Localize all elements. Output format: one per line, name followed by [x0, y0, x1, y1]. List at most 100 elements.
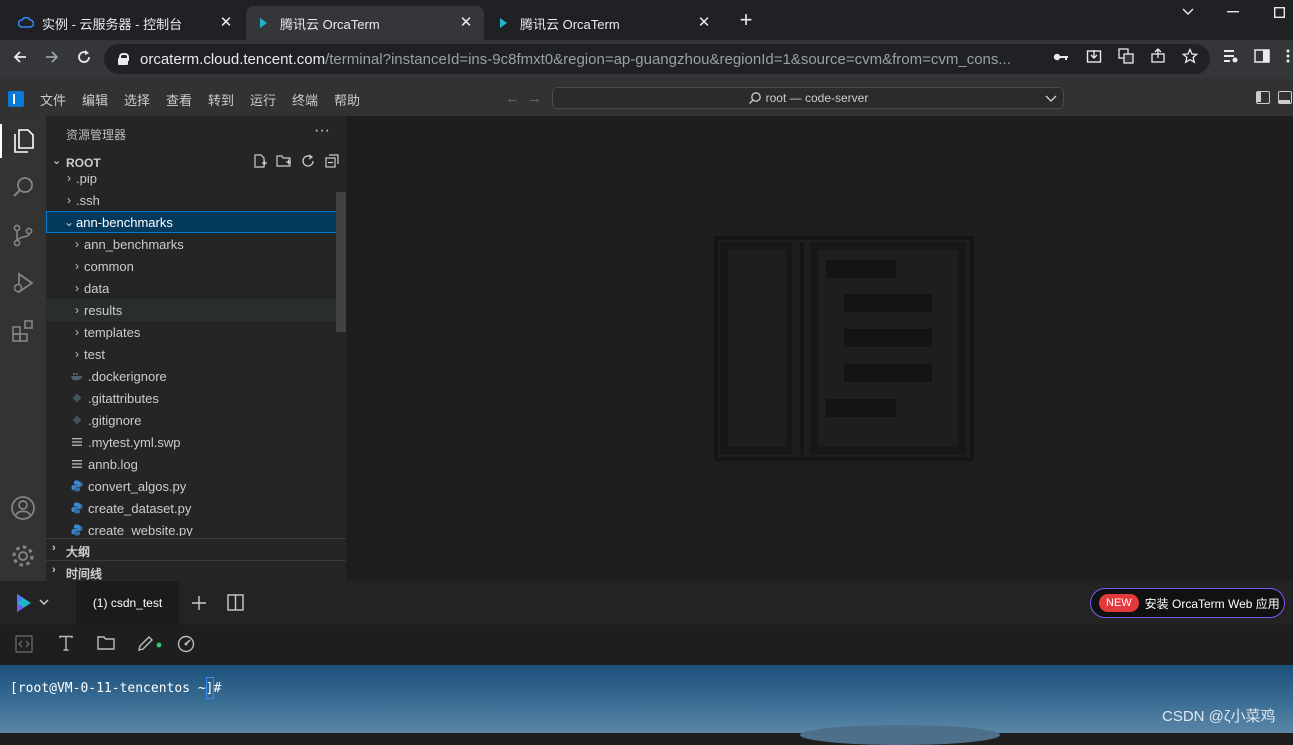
- command-center[interactable]: root — code-server: [552, 87, 1064, 109]
- maximize-icon[interactable]: [1256, 0, 1293, 24]
- dashboard-gauge-icon[interactable]: [176, 635, 196, 655]
- editor-area: [346, 116, 1293, 581]
- tree-folder-test[interactable]: › test: [46, 343, 346, 365]
- tree-folder-ann_benchmarks[interactable]: › ann_benchmarks: [46, 233, 346, 255]
- key-icon[interactable]: [1052, 48, 1070, 66]
- tree-item-label: data: [84, 280, 110, 296]
- extensions-icon[interactable]: [8, 316, 38, 346]
- settings-gear-icon[interactable]: [8, 541, 38, 571]
- tree-item-label: .ssh: [76, 192, 100, 208]
- chevron-right-icon: ›: [75, 237, 79, 251]
- menu-run[interactable]: 运行: [250, 90, 276, 109]
- browser-tab-orcaterm[interactable]: 腾讯云 OrcaTerm ✕: [486, 6, 722, 40]
- tree-file-gitignore[interactable]: .gitignore: [46, 409, 346, 431]
- source-control-icon[interactable]: [8, 220, 38, 250]
- close-tab-icon[interactable]: ✕: [218, 15, 234, 31]
- outline-section-header[interactable]: › 大纲: [46, 538, 346, 560]
- font-text-icon[interactable]: [56, 635, 76, 655]
- code-snippet-icon[interactable]: [14, 635, 34, 655]
- tree-folder-templates[interactable]: › templates: [46, 321, 346, 343]
- install-app-label: 安装 OrcaTerm Web 应用: [1144, 596, 1280, 611]
- timeline-section-header[interactable]: › 时间线: [46, 560, 346, 582]
- tree-folder-pip[interactable]: › .pip: [46, 174, 346, 189]
- close-tab-icon[interactable]: ✕: [696, 15, 712, 31]
- browser-menu-icon[interactable]: [1279, 49, 1293, 67]
- search-icon[interactable]: [8, 172, 38, 202]
- toggle-sidebar-icon[interactable]: [1256, 91, 1270, 104]
- orcaterm-icon: [496, 15, 512, 31]
- menu-edit[interactable]: 编辑: [82, 90, 108, 109]
- tree-item-label: test: [84, 346, 105, 362]
- tree-item-label: create_dataset.py: [88, 500, 192, 516]
- tree-file-create-website[interactable]: create_website.py: [46, 519, 346, 536]
- menu-terminal[interactable]: 终端: [292, 90, 318, 109]
- tree-file-annb-log[interactable]: annb.log: [46, 453, 346, 475]
- split-view-icon[interactable]: [227, 594, 244, 616]
- tree-folder-data[interactable]: › data: [46, 277, 346, 299]
- new-file-icon[interactable]: [252, 154, 268, 170]
- nav-forward-arrow-icon[interactable]: →: [527, 90, 542, 107]
- folder-icon[interactable]: [96, 635, 116, 655]
- menu-help[interactable]: 帮助: [334, 90, 360, 109]
- refresh-icon[interactable]: [300, 154, 316, 170]
- reload-icon[interactable]: [73, 48, 95, 70]
- install-orcaterm-app-button[interactable]: NEW 安装 OrcaTerm Web 应用: [1090, 588, 1285, 618]
- tree-item-label: ann_benchmarks: [84, 236, 184, 252]
- browser-tab-orcaterm-active[interactable]: 腾讯云 OrcaTerm ✕: [246, 6, 484, 40]
- python-file-icon: [70, 479, 84, 493]
- collapse-all-icon[interactable]: [324, 154, 340, 170]
- tree-folder-ssh[interactable]: › .ssh: [46, 189, 346, 211]
- media-control-icon[interactable]: [1222, 49, 1240, 67]
- back-arrow-icon[interactable]: [9, 48, 31, 70]
- nav-back-arrow-icon[interactable]: ←: [505, 90, 520, 107]
- menu-selection[interactable]: 选择: [124, 90, 150, 109]
- run-debug-icon[interactable]: [8, 268, 38, 298]
- chevron-right-icon: ›: [75, 347, 79, 361]
- tab-title: 腾讯云 OrcaTerm: [520, 16, 620, 32]
- session-tab-csdn-test[interactable]: (1) csdn_test: [76, 581, 179, 625]
- tree-file-dockerignore[interactable]: .dockerignore: [46, 365, 346, 387]
- text-file-icon: [70, 435, 84, 449]
- tree-folder-ann-benchmarks[interactable]: ⌄ ann-benchmarks: [46, 211, 346, 233]
- address-bar[interactable]: orcaterm.cloud.tencent.com /terminal?ins…: [104, 44, 1210, 74]
- translate-icon[interactable]: [1117, 48, 1135, 66]
- explorer-scrollbar[interactable]: [336, 192, 346, 332]
- menu-view[interactable]: 查看: [166, 90, 192, 109]
- tree-folder-common[interactable]: › common: [46, 255, 346, 277]
- new-tab-button[interactable]: +: [735, 9, 757, 32]
- browser-tab-strip: 实例 - 云服务器 - 控制台 ✕ 腾讯云 OrcaTerm ✕ 腾讯云 Orc…: [0, 0, 1293, 40]
- python-file-icon: [70, 523, 84, 536]
- menu-file[interactable]: 文件: [40, 90, 66, 109]
- toggle-panel-icon[interactable]: [1278, 91, 1292, 104]
- tree-item-label: results: [84, 302, 123, 318]
- tree-folder-results[interactable]: › results: [46, 299, 346, 321]
- root-folder-header[interactable]: ⌄ ROOT: [46, 152, 346, 174]
- close-tab-icon[interactable]: ✕: [458, 15, 474, 31]
- new-folder-icon[interactable]: [276, 154, 292, 170]
- new-badge: NEW: [1099, 594, 1139, 612]
- side-panel-icon[interactable]: [1253, 49, 1271, 67]
- tab-search-icon[interactable]: [1165, 0, 1211, 24]
- explorer-files-icon[interactable]: [8, 126, 38, 156]
- add-session-icon[interactable]: [190, 594, 208, 617]
- tree-file-gitattributes[interactable]: .gitattributes: [46, 387, 346, 409]
- tencent-cloud-icon: [18, 15, 34, 31]
- share-icon[interactable]: [1149, 48, 1167, 66]
- more-actions-icon[interactable]: ···: [314, 122, 330, 140]
- menu-go[interactable]: 转到: [208, 90, 234, 109]
- minimize-icon[interactable]: [1210, 0, 1256, 24]
- code-server-logo-icon: [8, 91, 24, 107]
- forward-arrow-icon[interactable]: [41, 48, 63, 70]
- edit-pen-icon[interactable]: [136, 635, 162, 655]
- bookmark-star-icon[interactable]: [1181, 47, 1199, 66]
- docker-file-icon: [70, 369, 84, 383]
- browser-tab-console[interactable]: 实例 - 云服务器 - 控制台 ✕: [8, 6, 244, 40]
- tree-file-create-dataset[interactable]: create_dataset.py: [46, 497, 346, 519]
- orcaterm-logo-icon[interactable]: [14, 591, 52, 620]
- tree-file-mytest-swp[interactable]: .mytest.yml.swp: [46, 431, 346, 453]
- install-app-icon[interactable]: [1085, 48, 1103, 66]
- terminal-pane[interactable]: [root@VM-0-11-tencentos ~]# CSDN @ζ小菜鸡: [0, 665, 1293, 745]
- tree-file-convert-algos[interactable]: convert_algos.py: [46, 475, 346, 497]
- account-icon[interactable]: [8, 493, 38, 523]
- code-server-watermark-icon: [714, 236, 974, 461]
